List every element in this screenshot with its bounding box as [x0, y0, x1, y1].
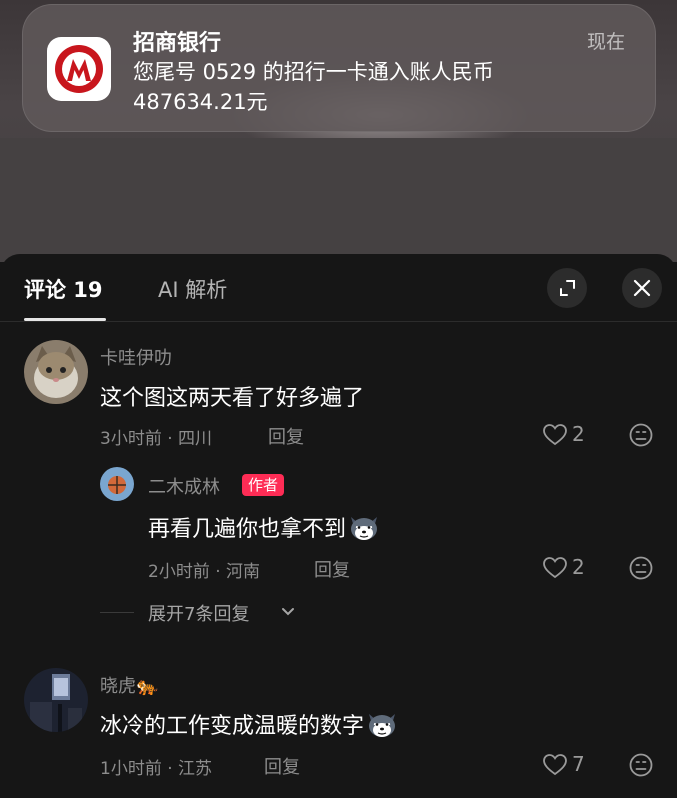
cat-avatar-icon [24, 340, 88, 404]
night-scene-avatar-icon [24, 668, 88, 732]
comment-text: 冰冷的工作变成温暖的数字 [100, 708, 398, 740]
avatar[interactable] [24, 668, 88, 732]
expand-icon [560, 280, 575, 296]
heart-icon [543, 424, 567, 446]
expand-replies-label: 展开7条回复 [148, 604, 250, 625]
heart-icon [543, 754, 567, 776]
dislike-button[interactable] [628, 555, 654, 581]
comment-username[interactable]: 二木成林 [148, 473, 220, 499]
comment-username[interactable]: 晓虎🐅 [100, 672, 158, 698]
reply-button[interactable]: 回复 [268, 423, 304, 449]
husky-emoji-icon [369, 714, 396, 737]
avatar[interactable] [100, 467, 134, 501]
video-lower-area [0, 138, 677, 262]
comment-username[interactable]: 卡哇伊叻 [100, 344, 172, 370]
dislike-button[interactable] [628, 752, 654, 778]
notification-app-name: 招商银行 [133, 31, 222, 56]
avatar[interactable] [24, 340, 88, 404]
comments-panel: 评论 19 AI 解析 卡哇伊叻 这个图这两天看了好多遍了 3小时前 · 四川 … [0, 254, 677, 798]
like-count: 2 [572, 422, 585, 446]
expand-divider-line [100, 612, 134, 613]
tab-ai-analysis[interactable]: AI 解析 [158, 274, 227, 304]
dislike-face-icon [629, 556, 653, 580]
comment-meta: 1小时前 · 江苏 [100, 759, 213, 779]
close-button[interactable] [622, 268, 662, 308]
chevron-down-icon [282, 608, 294, 616]
bank-notification[interactable]: 招商银行 现在 您尾号 0529 的招行一卡通入账人民币 487634.21元 [22, 4, 656, 132]
author-badge: 作者 [242, 474, 285, 496]
dislike-button[interactable] [628, 422, 654, 448]
like-count: 7 [572, 752, 585, 776]
author-avatar-icon [100, 467, 134, 501]
notification-message: 您尾号 0529 的招行一卡通入账人民币 487634.21元 [133, 60, 494, 114]
like-button[interactable]: 7 [542, 752, 592, 778]
comment-meta: 3小时前 · 四川 [100, 429, 213, 449]
husky-emoji-icon [351, 517, 378, 540]
comment-text: 这个图这两天看了好多遍了 [100, 386, 365, 411]
notification-time: 现在 [586, 31, 625, 53]
panel-tabs: 评论 19 AI 解析 [0, 254, 677, 322]
comment-text-body: 再看几遍你也拿不到 [148, 517, 347, 542]
dislike-face-icon [629, 423, 653, 447]
expand-button[interactable] [547, 268, 587, 308]
close-icon [633, 279, 651, 297]
like-button[interactable]: 2 [542, 422, 592, 448]
reply-button[interactable]: 回复 [264, 753, 300, 779]
comment-meta: 2小时前 · 河南 [148, 562, 261, 582]
like-count: 2 [572, 555, 585, 579]
like-button[interactable]: 2 [542, 555, 592, 581]
comment-text-body: 冰冷的工作变成温暖的数字 [100, 714, 365, 739]
dislike-face-icon [629, 753, 653, 777]
heart-icon [543, 557, 567, 579]
comment-text: 再看几遍你也拿不到 [148, 511, 380, 543]
tab-comments[interactable]: 评论 19 [24, 274, 103, 304]
tabs-divider [0, 321, 677, 322]
cmb-bank-logo-icon [47, 37, 111, 101]
reply-button[interactable]: 回复 [314, 556, 350, 582]
